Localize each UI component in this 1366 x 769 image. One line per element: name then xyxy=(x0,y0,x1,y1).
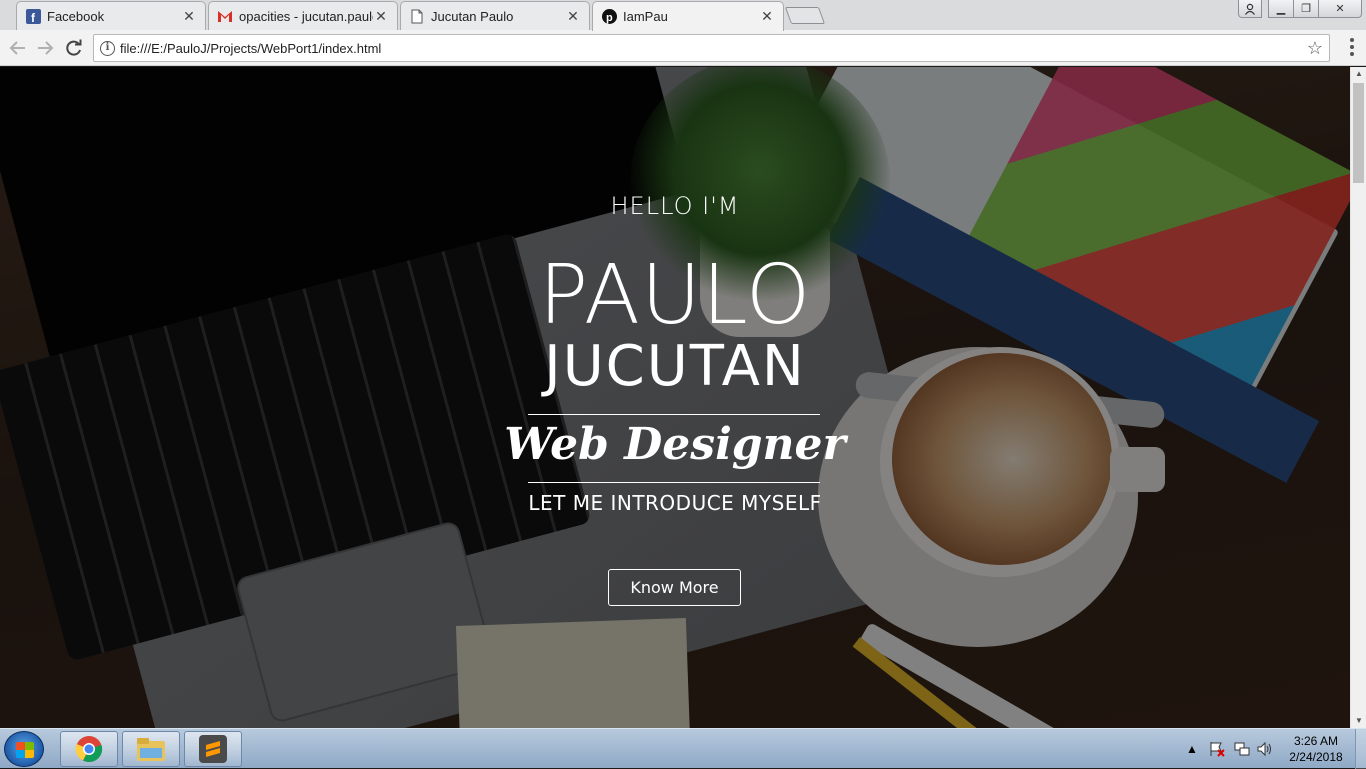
user-icon xyxy=(1245,3,1255,15)
tab-iampau[interactable]: p IamPau ✕ xyxy=(592,1,784,31)
sublime-text-icon xyxy=(199,735,227,763)
hero-section: HELLO I'M PAULO JUCUTAN Web Designer LET… xyxy=(0,67,1350,728)
back-arrow-icon xyxy=(9,41,25,55)
tab-jucutan-paulo[interactable]: Jucutan Paulo ✕ xyxy=(400,1,590,30)
taskbar-file-explorer[interactable] xyxy=(122,731,180,767)
hero-greeting: HELLO I'M xyxy=(610,192,740,220)
taskbar-chrome[interactable] xyxy=(60,731,118,767)
volume-icon[interactable] xyxy=(1256,729,1274,769)
tab-close-icon[interactable]: ✕ xyxy=(181,8,197,25)
vertical-scrollbar[interactable]: ▲ ▼ xyxy=(1350,67,1366,728)
hero-role: Web Designer xyxy=(504,419,846,470)
svg-text:p: p xyxy=(606,12,613,24)
hero-divider-bottom xyxy=(528,482,820,483)
windows-taskbar: ▲ 3:26 AM 2/24/2018 xyxy=(0,728,1366,769)
back-button[interactable] xyxy=(6,36,30,60)
hero-tagline: LET ME INTRODUCE MYSELF xyxy=(528,491,822,515)
tab-facebook[interactable]: f Facebook ✕ xyxy=(16,1,206,30)
gmail-icon xyxy=(217,8,233,24)
profile-button[interactable] xyxy=(1238,0,1262,18)
file-explorer-icon xyxy=(137,738,165,761)
tab-title: opacities - jucutan.paulo xyxy=(239,8,373,24)
tab-title: Jucutan Paulo xyxy=(431,8,514,24)
bookmark-star-icon[interactable]: ☆ xyxy=(1307,38,1323,58)
tab-strip: f Facebook ✕ opacities - jucutan.paulo ✕… xyxy=(0,0,1366,31)
browser-toolbar: i file:///E:/PauloJ/Projects/WebPort1/in… xyxy=(0,30,1366,66)
tab-title: Facebook xyxy=(47,8,105,24)
clock-date: 2/24/2018 xyxy=(1289,750,1343,764)
windows-logo-icon xyxy=(16,742,34,758)
hero-last-name: JUCUTAN xyxy=(544,334,806,399)
know-more-button[interactable]: Know More xyxy=(608,569,741,606)
reload-icon xyxy=(66,39,82,56)
facebook-icon: f xyxy=(25,8,41,24)
pinterest-icon: p xyxy=(601,9,617,25)
url-text[interactable]: file:///E:/PauloJ/Projects/WebPort1/inde… xyxy=(120,41,381,56)
network-icon[interactable] xyxy=(1233,729,1251,769)
tray-overflow-arrow-icon[interactable]: ▲ xyxy=(1186,729,1198,769)
hero-first-name: PAULO xyxy=(538,248,812,343)
start-button[interactable] xyxy=(4,731,44,767)
forward-arrow-icon xyxy=(38,41,54,55)
tab-title: IamPau xyxy=(623,9,668,24)
reload-button[interactable] xyxy=(62,36,86,60)
action-center-flag-icon[interactable] xyxy=(1208,729,1226,769)
taskbar-sublime-text[interactable] xyxy=(184,731,242,767)
new-tab-button[interactable] xyxy=(784,7,826,24)
tab-close-icon[interactable]: ✕ xyxy=(373,8,389,25)
forward-button[interactable] xyxy=(33,36,57,60)
scroll-up-arrow-icon[interactable]: ▲ xyxy=(1351,67,1366,81)
page-viewport: HELLO I'M PAULO JUCUTAN Web Designer LET… xyxy=(0,67,1350,728)
chrome-icon xyxy=(75,736,103,763)
taskbar-clock[interactable]: 3:26 AM 2/24/2018 xyxy=(1282,733,1350,765)
show-desktop-button[interactable] xyxy=(1355,729,1366,769)
scroll-down-arrow-icon[interactable]: ▼ xyxy=(1351,714,1366,728)
tab-close-icon[interactable]: ✕ xyxy=(565,8,581,25)
clock-time: 3:26 AM xyxy=(1293,734,1339,748)
close-window-button[interactable]: ✕ xyxy=(1318,0,1362,18)
tab-close-icon[interactable]: ✕ xyxy=(759,8,775,25)
scrollbar-thumb[interactable] xyxy=(1353,83,1364,183)
document-icon xyxy=(409,8,425,24)
info-icon[interactable]: i xyxy=(100,41,115,56)
address-bar[interactable]: i file:///E:/PauloJ/Projects/WebPort1/in… xyxy=(93,34,1330,62)
minimize-button[interactable]: ▁ xyxy=(1268,0,1294,18)
tab-gmail[interactable]: opacities - jucutan.paulo ✕ xyxy=(208,1,398,30)
browser-menu-icon[interactable] xyxy=(1350,38,1354,56)
hero-divider-top xyxy=(528,414,820,415)
maximize-button[interactable]: ❐ xyxy=(1293,0,1319,18)
